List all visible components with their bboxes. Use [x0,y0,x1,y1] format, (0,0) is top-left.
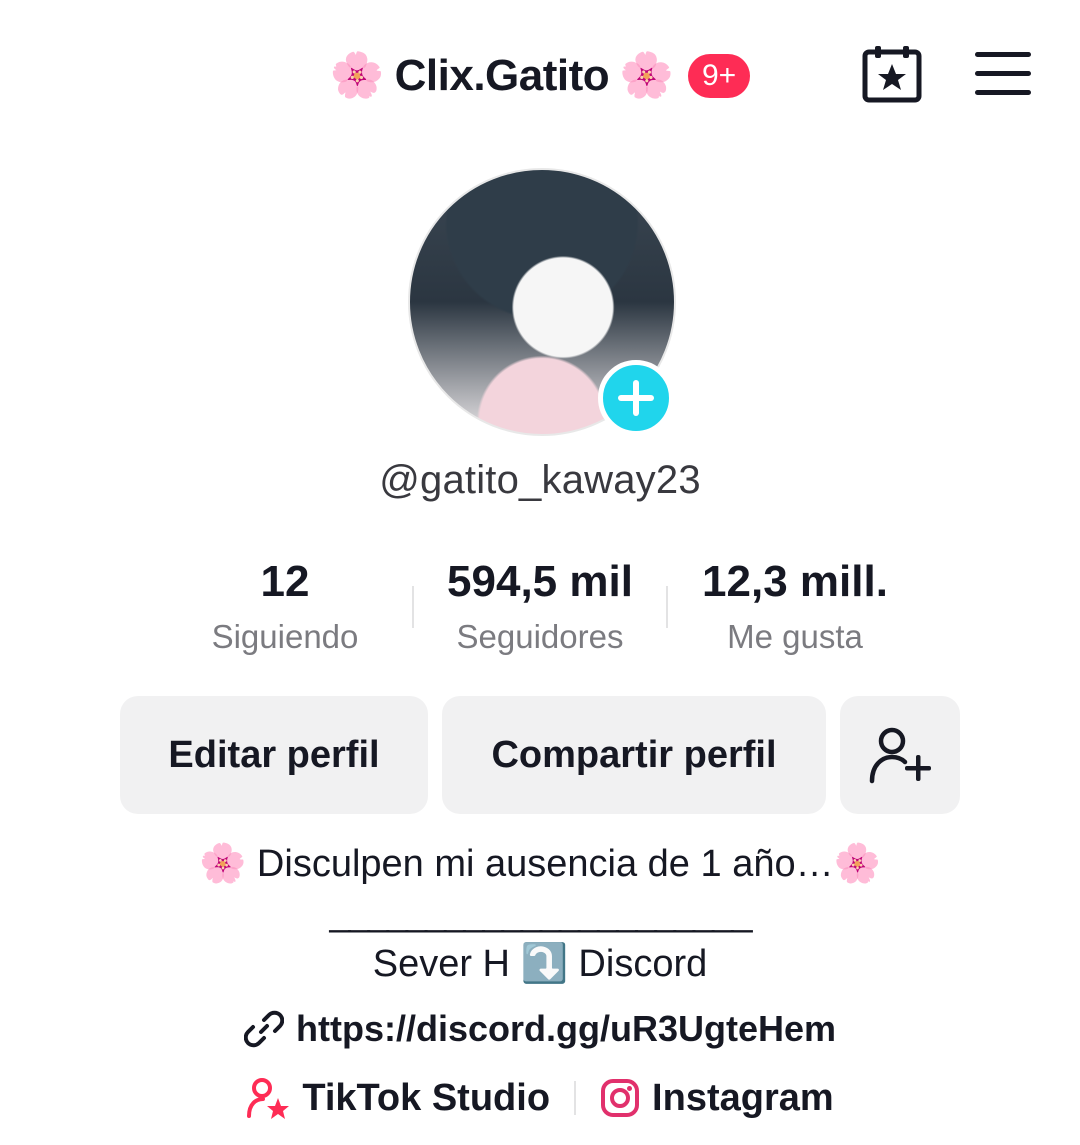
stat-label: Me gusta [727,618,863,655]
stat-label: Siguiendo [211,618,359,655]
bio-divider-line: ______________________ [329,892,753,934]
stat-divider [666,586,668,628]
instagram-label: Instagram [652,1076,834,1119]
share-profile-button[interactable]: Compartir perfil [442,696,826,814]
username: @gatito_kaway23 [379,458,701,502]
shortcut-row: TikTok Studio Instagram [0,1076,1080,1120]
flower-emoji-right: 🌸 [619,51,674,100]
account-switcher[interactable]: 🌸 Clix.Gatito 🌸 9+ [329,51,751,101]
stat-label: Seguidores [456,618,624,655]
notification-badge: 9+ [687,54,751,98]
plus-icon[interactable] [598,360,674,436]
tiktok-studio-label: TikTok Studio [302,1076,551,1119]
add-friends-button[interactable] [840,696,960,814]
instagram-icon [601,1079,640,1117]
shortcut-divider [574,1081,577,1115]
stat-value: 12 [260,557,310,606]
stat-followers[interactable]: 594,5 mil Seguidores [425,556,655,656]
stat-divider [412,586,414,628]
bio-line: 🌸 Disculpen mi ausencia de 1 año…🌸 [199,843,881,885]
profile-link[interactable]: https://discord.gg/uR3UgteHem [0,1008,1080,1050]
stat-following[interactable]: 12 Siguiendo [185,556,385,656]
stat-value: 594,5 mil [447,557,633,606]
tiktok-studio-icon [247,1078,290,1119]
flower-emoji-left: 🌸 [329,51,385,100]
instagram-link[interactable]: Instagram [600,1077,834,1120]
stat-likes[interactable]: 12,3 mill. Me gusta [680,556,910,656]
stat-value: 12,3 mill. [702,557,888,606]
tiktok-studio-link[interactable]: TikTok Studio [246,1076,550,1120]
account-name[interactable]: Clix.Gatito [395,51,610,101]
edit-profile-button[interactable]: Editar perfil [120,696,428,814]
bio-line: Sever H ⤵️ Discord [372,943,708,985]
link-url[interactable]: https://discord.gg/uR3UgteHem [296,1008,836,1050]
link-icon [243,1010,284,1048]
add-user-icon [869,727,931,784]
calendar-star-icon[interactable] [862,44,924,104]
hamburger-menu-icon[interactable] [975,52,1031,98]
